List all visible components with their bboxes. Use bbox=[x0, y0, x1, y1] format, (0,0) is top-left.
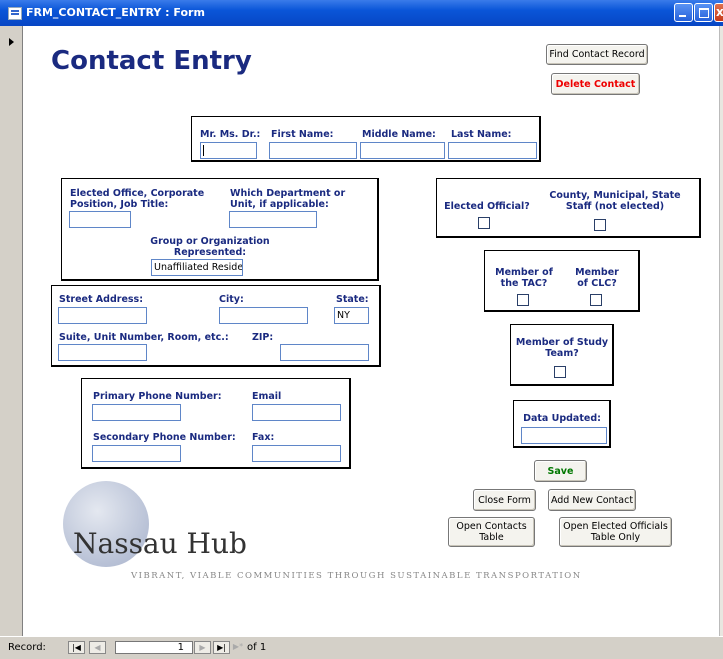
clc-label: Member of CLC? bbox=[575, 267, 619, 289]
study-team-label: Member of Study Team? bbox=[515, 337, 609, 359]
primary-phone-field[interactable] bbox=[92, 404, 181, 421]
group-label: Group or Organization Represented: bbox=[150, 236, 270, 258]
primary-phone-label: Primary Phone Number: bbox=[93, 391, 222, 402]
office-section: Elected Office, Corporate Position, Job … bbox=[61, 178, 379, 281]
logo-name: Nassau Hub bbox=[73, 527, 247, 560]
email-field[interactable] bbox=[252, 404, 341, 421]
phone-email-section: Primary Phone Number: Email Secondary Ph… bbox=[81, 378, 351, 469]
state-label: State: bbox=[336, 294, 369, 305]
data-updated-label: Data Updated: bbox=[523, 413, 601, 424]
email-label: Email bbox=[252, 391, 282, 402]
official-status-section: Elected Official? County, Municipal, Sta… bbox=[436, 178, 701, 238]
suite-field[interactable] bbox=[58, 344, 147, 361]
delete-contact-button[interactable]: Delete Contact bbox=[551, 73, 640, 95]
save-button[interactable]: Save bbox=[534, 460, 587, 482]
department-field[interactable] bbox=[229, 211, 317, 228]
first-name-field[interactable] bbox=[269, 142, 357, 159]
fax-label: Fax: bbox=[252, 432, 275, 443]
maximize-icon bbox=[699, 8, 709, 18]
staff-label: County, Municipal, State Staff (not elec… bbox=[549, 190, 681, 212]
suite-label: Suite, Unit Number, Room, etc.: bbox=[59, 332, 229, 343]
form-detail: Contact Entry Find Contact Record Delete… bbox=[23, 26, 719, 636]
street-address-label: Street Address: bbox=[59, 294, 143, 305]
close-icon: x bbox=[716, 5, 723, 19]
city-label: City: bbox=[219, 294, 244, 305]
record-count: of 1 bbox=[247, 642, 267, 653]
vertical-scrollbar[interactable] bbox=[719, 26, 723, 636]
elected-official-label: Elected Official? bbox=[444, 201, 530, 212]
record-selector[interactable] bbox=[0, 26, 23, 636]
fax-field[interactable] bbox=[252, 445, 341, 462]
elected-official-checkbox[interactable] bbox=[478, 217, 490, 229]
city-field[interactable] bbox=[219, 307, 308, 324]
previous-record-icon[interactable]: ◀ bbox=[89, 641, 106, 654]
current-record-arrow-icon bbox=[9, 38, 14, 46]
street-address-field[interactable] bbox=[58, 307, 147, 324]
prefix-field[interactable] bbox=[200, 142, 257, 159]
maximize-button[interactable] bbox=[694, 3, 713, 22]
data-updated-field[interactable] bbox=[521, 427, 607, 444]
logo-tagline: VIBRANT, VIABLE COMMUNITIES THROUGH SUST… bbox=[131, 571, 582, 581]
staff-checkbox[interactable] bbox=[594, 219, 606, 231]
study-team-section: Member of Study Team? bbox=[510, 324, 614, 386]
clc-checkbox[interactable] bbox=[590, 294, 602, 306]
study-team-checkbox[interactable] bbox=[554, 366, 566, 378]
new-record-icon[interactable]: ▶* bbox=[231, 641, 245, 654]
middle-name-label: Middle Name: bbox=[362, 129, 436, 140]
zip-label: ZIP: bbox=[252, 332, 274, 343]
minimize-button[interactable] bbox=[674, 3, 693, 22]
department-label: Which Department or Unit, if applicable: bbox=[230, 188, 346, 210]
close-form-button[interactable]: Close Form bbox=[473, 489, 536, 511]
name-section: Mr. Ms. Dr.: First Name: Middle Name: La… bbox=[191, 116, 541, 162]
form-heading: Contact Entry bbox=[51, 46, 252, 76]
position-field[interactable] bbox=[69, 211, 131, 228]
tac-label: Member of the TAC? bbox=[495, 267, 553, 289]
next-record-icon[interactable]: ▶ bbox=[194, 641, 211, 654]
position-label: Elected Office, Corporate Position, Job … bbox=[70, 188, 205, 210]
window-title: FRM_CONTACT_ENTRY : Form bbox=[26, 6, 205, 19]
first-name-label: First Name: bbox=[271, 129, 334, 140]
data-updated-section: Data Updated: bbox=[513, 400, 611, 448]
current-record-field[interactable]: 1 bbox=[115, 641, 193, 654]
last-record-icon[interactable]: ▶| bbox=[213, 641, 230, 654]
secondary-phone-label: Secondary Phone Number: bbox=[93, 432, 236, 443]
open-elected-officials-button[interactable]: Open Elected Officials Table Only bbox=[559, 517, 672, 547]
window-titlebar: FRM_CONTACT_ENTRY : Form x bbox=[0, 0, 723, 26]
find-contact-button[interactable]: Find Contact Record bbox=[546, 44, 648, 65]
zip-field[interactable] bbox=[280, 344, 369, 361]
minimize-icon bbox=[679, 15, 686, 17]
address-section: Street Address: City: State: NY Suite, U… bbox=[51, 285, 381, 367]
record-navigation-bar: Record: |◀ ◀ 1 ▶ ▶| ▶* of 1 bbox=[0, 636, 723, 659]
state-field[interactable]: NY bbox=[334, 307, 369, 324]
record-label: Record: bbox=[8, 642, 46, 653]
committee-section: Member of the TAC? Member of CLC? bbox=[484, 250, 640, 312]
tac-checkbox[interactable] bbox=[517, 294, 529, 306]
prefix-label: Mr. Ms. Dr.: bbox=[200, 129, 261, 140]
last-name-label: Last Name: bbox=[451, 129, 512, 140]
last-name-field[interactable] bbox=[448, 142, 537, 159]
add-new-contact-button[interactable]: Add New Contact bbox=[548, 489, 636, 511]
open-contacts-table-button[interactable]: Open Contacts Table bbox=[448, 517, 535, 547]
middle-name-field[interactable] bbox=[360, 142, 445, 159]
secondary-phone-field[interactable] bbox=[92, 445, 181, 462]
form-icon bbox=[8, 7, 22, 20]
group-field[interactable]: Unaffiliated Resider bbox=[151, 259, 243, 276]
first-record-icon[interactable]: |◀ bbox=[68, 641, 85, 654]
close-window-button[interactable]: x bbox=[714, 3, 723, 22]
